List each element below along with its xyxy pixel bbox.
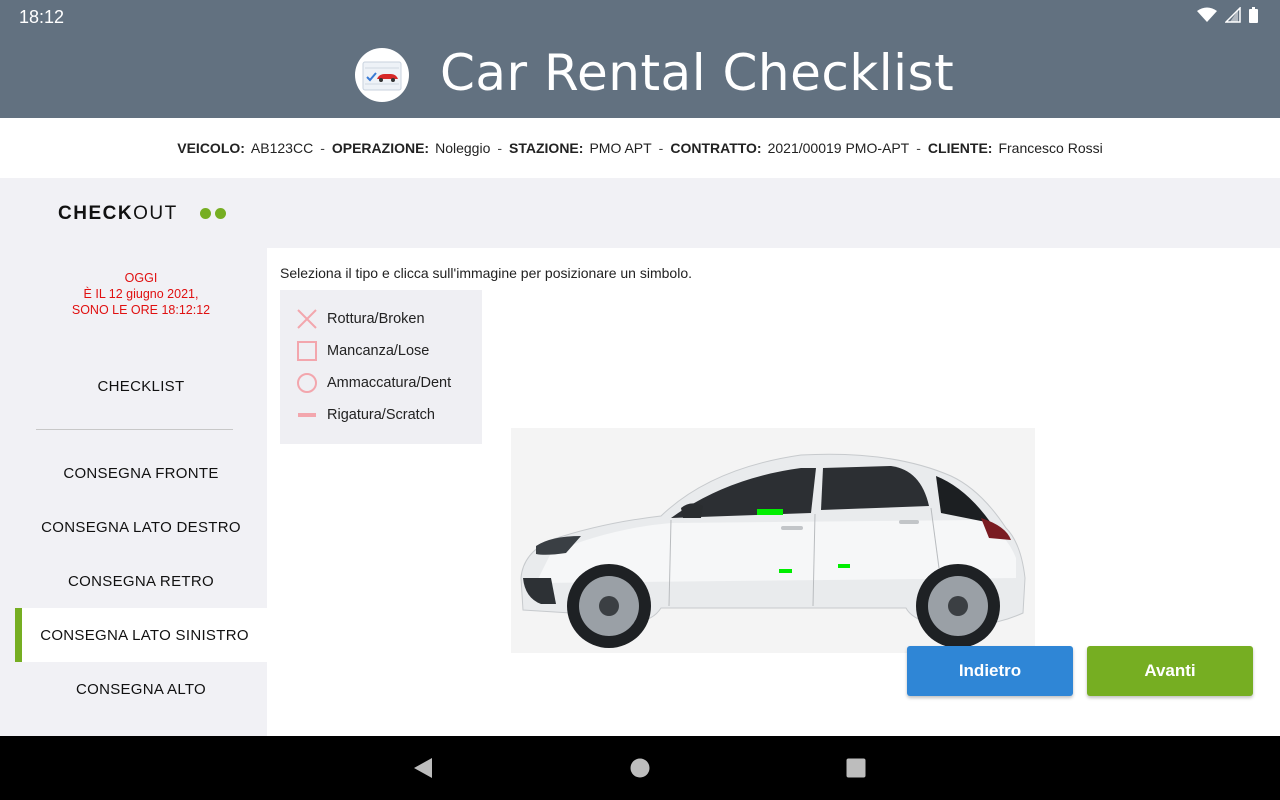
battery-icon <box>1249 7 1258 23</box>
progress-dot <box>215 208 226 219</box>
legend-label: Mancanza/Lose <box>327 343 430 359</box>
checkout-bold: CHECK <box>58 203 134 224</box>
legend-label: Rottura/Broken <box>327 311 425 327</box>
progress-dot <box>200 208 211 219</box>
dash-icon <box>298 413 316 417</box>
client-label: CLIENTE: <box>927 140 993 156</box>
instruction-text: Seleziona il tipo e clicca sull'immagine… <box>280 265 692 281</box>
separator: - <box>320 140 325 156</box>
cross-icon <box>297 309 317 329</box>
contract-label: CONTRATTO: <box>670 140 762 156</box>
separator: - <box>497 140 503 156</box>
sidebar-item-label: CONSEGNA FRONTE <box>63 464 219 482</box>
operation-label: OPERAZIONE: <box>331 140 430 156</box>
progress-dots <box>200 208 226 219</box>
recents-square-icon[interactable] <box>845 756 867 780</box>
home-circle-icon[interactable] <box>629 756 651 780</box>
car-illustration <box>511 428 1035 653</box>
next-button[interactable]: Avanti <box>1087 646 1253 696</box>
signal-icon <box>1225 7 1241 23</box>
checkout-heading: CHECKOUT <box>58 203 178 225</box>
legend-item-dent[interactable]: Ammaccatura/Dent <box>296 372 451 394</box>
sidebar-item-consegna-retro[interactable]: CONSEGNA RETRO <box>15 554 267 608</box>
damage-type-legend: Rottura/Broken Mancanza/Lose Ammaccatura… <box>280 290 482 444</box>
scratch-marker[interactable] <box>838 564 850 568</box>
date-line-2: È IL 12 giugno 2021, <box>83 287 199 301</box>
sidebar-item-label: CHECKLIST <box>97 377 185 395</box>
legend-item-lose[interactable]: Mancanza/Lose <box>296 340 429 362</box>
separator: - <box>916 140 921 156</box>
legend-item-scratch[interactable]: Rigatura/Scratch <box>296 404 435 426</box>
vehicle-label: VEICOLO: <box>177 140 245 156</box>
car-side-image[interactable] <box>511 428 1035 653</box>
client-value: Francesco Rossi <box>998 140 1103 156</box>
wifi-icon <box>1197 7 1217 22</box>
sidebar-item-consegna-fronte[interactable]: CONSEGNA FRONTE <box>15 446 267 500</box>
contract-value: 2021/00019 PMO-APT <box>767 140 910 156</box>
sidebar-item-consegna-lato-sinistro[interactable]: CONSEGNA LATO SINISTRO <box>15 608 267 662</box>
scratch-marker[interactable] <box>779 569 792 573</box>
main-panel: Seleziona il tipo e clicca sull'immagine… <box>267 248 1280 736</box>
app-bar: 18:12 Car Rental Checklist <box>0 0 1280 118</box>
date-line-3: SONO LE ORE 18:12:12 <box>71 303 211 317</box>
sidebar-item-checklist[interactable]: CHECKLIST <box>15 359 267 413</box>
vehicle-value: AB123CC <box>250 140 314 156</box>
status-time: 18:12 <box>19 7 65 27</box>
app-logo <box>355 48 409 102</box>
square-icon <box>297 341 317 361</box>
station-value: PMO APT <box>589 140 652 156</box>
sidebar-item-label: CONSEGNA LATO SINISTRO <box>40 626 249 644</box>
scratch-marker[interactable] <box>757 509 783 515</box>
back-triangle-icon[interactable] <box>412 756 434 780</box>
sidebar-item-label: CONSEGNA ALTO <box>75 680 207 698</box>
system-nav-bar <box>0 736 1280 800</box>
checkout-rest: OUT <box>133 203 178 224</box>
circle-icon <box>297 373 317 393</box>
legend-item-broken[interactable]: Rottura/Broken <box>296 308 425 330</box>
rental-info-bar: VEICOLO: AB123CC - OPERAZIONE: Noleggio … <box>0 118 1280 178</box>
sidebar-item-label: CONSEGNA LATO DESTRO <box>41 518 241 536</box>
status-icons <box>1197 7 1258 23</box>
sidebar-divider <box>36 429 233 430</box>
current-date: OGGI È IL 12 giugno 2021, SONO LE ORE 18… <box>15 270 267 318</box>
legend-label: Ammaccatura/Dent <box>327 375 452 391</box>
legend-label: Rigatura/Scratch <box>327 407 435 423</box>
station-label: STAZIONE: <box>509 140 584 156</box>
sidebar-item-consegna-alto[interactable]: CONSEGNA ALTO <box>15 662 267 716</box>
sidebar-item-consegna-lato-destro[interactable]: CONSEGNA LATO DESTRO <box>15 500 267 554</box>
operation-value: Noleggio <box>435 140 491 156</box>
separator: - <box>658 140 664 156</box>
sidebar-item-label: CONSEGNA RETRO <box>68 572 214 590</box>
back-button[interactable]: Indietro <box>907 646 1073 696</box>
app-title: Car Rental Checklist <box>440 44 955 102</box>
date-line-1: OGGI <box>124 271 158 285</box>
